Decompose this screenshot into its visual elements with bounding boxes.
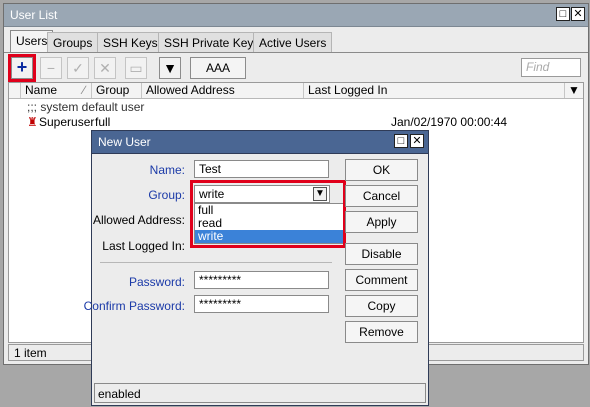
- aaa-button[interactable]: AAA: [190, 57, 246, 79]
- toolbar: + − ✓ ✕ ▭ ▼ AAA Find: [4, 52, 588, 83]
- item-count: 1 item: [14, 346, 47, 360]
- dialog-maximize-button[interactable]: □: [394, 134, 408, 148]
- divider: [100, 262, 332, 263]
- filter-icon: ▼: [163, 60, 177, 76]
- enable-button[interactable]: ✓: [67, 57, 89, 79]
- group-label: Group:: [148, 188, 185, 202]
- cell-last-logged-in: Jan/02/1970 00:00:44: [391, 115, 508, 129]
- comment-button[interactable]: Comment: [345, 269, 418, 291]
- cell-name: Superuser: [39, 115, 95, 129]
- window-titlebar[interactable]: User List □ ✕: [4, 4, 588, 27]
- tab-ssh-keys[interactable]: SSH Keys: [97, 32, 164, 52]
- name-label: Name:: [149, 163, 185, 177]
- dialog-title: New User: [98, 135, 151, 149]
- disable-button[interactable]: ✕: [94, 57, 116, 79]
- tab-active-users[interactable]: Active Users: [253, 32, 333, 52]
- group-highlight: [190, 180, 346, 248]
- cancel-button[interactable]: Cancel: [345, 185, 418, 207]
- name-field[interactable]: Test: [194, 160, 329, 178]
- remove-button[interactable]: −: [40, 57, 62, 79]
- column-menu-icon[interactable]: ▼: [565, 83, 583, 98]
- header-group[interactable]: Group: [92, 83, 142, 98]
- password-field[interactable]: *********: [194, 271, 329, 289]
- copy-button[interactable]: Copy: [345, 295, 418, 317]
- dialog-status-bar: enabled: [94, 383, 426, 403]
- new-user-dialog: New User □ ✕ Name: Test Group: write ▼ f…: [84, 130, 429, 406]
- table-header: Name ∕ Group Allowed Address Last Logged …: [9, 83, 583, 99]
- user-icon: ♜: [27, 115, 38, 129]
- comment-button[interactable]: ▭: [125, 57, 147, 79]
- maximize-button[interactable]: □: [556, 7, 570, 21]
- find-input[interactable]: Find: [521, 58, 581, 77]
- cell-group: full: [95, 115, 111, 129]
- dialog-titlebar[interactable]: New User □ ✕: [92, 131, 428, 154]
- table-row[interactable]: ♜ Superuser full Jan/02/1970 00:00:44: [9, 115, 583, 130]
- close-button[interactable]: ✕: [571, 7, 585, 21]
- dialog-status-text: enabled: [98, 387, 141, 401]
- last-logged-in-label: Last Logged In:: [102, 239, 185, 253]
- comment-row: ;;; system default user: [27, 100, 145, 114]
- header-spacer: [9, 83, 21, 98]
- window-title: User List: [10, 8, 58, 22]
- remove-button[interactable]: Remove: [345, 321, 418, 343]
- confirm-password-label: Confirm Password:: [83, 299, 185, 313]
- ok-button[interactable]: OK: [345, 159, 418, 181]
- add-button-highlight: [8, 54, 36, 82]
- apply-button[interactable]: Apply: [345, 211, 418, 233]
- dialog-close-button[interactable]: ✕: [410, 134, 424, 148]
- disable-button[interactable]: Disable: [345, 243, 418, 265]
- filter-button[interactable]: ▼: [159, 57, 181, 79]
- confirm-password-field[interactable]: *********: [194, 295, 329, 313]
- tab-ssh-private-keys[interactable]: SSH Private Keys: [158, 32, 266, 52]
- allowed-address-label: Allowed Address:: [92, 213, 185, 227]
- header-allowed-address[interactable]: Allowed Address: [142, 83, 304, 98]
- header-last-logged-in[interactable]: Last Logged In: [304, 83, 565, 98]
- header-name[interactable]: Name ∕: [21, 83, 92, 98]
- tab-groups[interactable]: Groups: [47, 32, 99, 52]
- password-label: Password:: [128, 275, 185, 289]
